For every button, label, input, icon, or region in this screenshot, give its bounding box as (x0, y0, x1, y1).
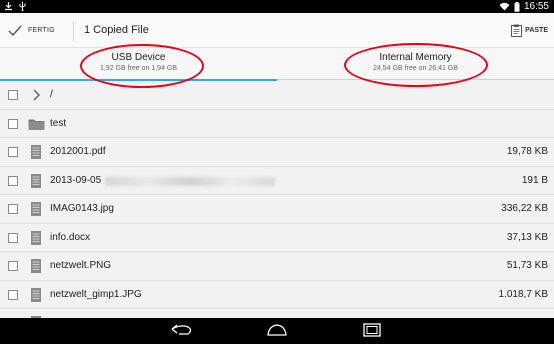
file-name: IMAG0143.jpg (50, 203, 114, 214)
recent-apps-icon[interactable] (361, 323, 383, 337)
file-icon (31, 173, 41, 188)
list-item[interactable]: info.docx 37,13 KB (0, 224, 554, 252)
clipboard-icon (511, 24, 523, 37)
row-checkbox[interactable] (8, 118, 18, 129)
tab-usb-device-free: 1,92 GB free on 1,94 GB (99, 65, 178, 72)
list-item[interactable]: 2013-09-05 191 B (0, 167, 554, 195)
row-checkbox[interactable] (8, 232, 18, 243)
file-name: 2013-09-05 (50, 174, 102, 186)
battery-icon (514, 1, 520, 12)
tab-internal-memory-name: Internal Memory (379, 52, 452, 63)
file-size: 336,22 KB (501, 203, 548, 214)
redacted-text (105, 176, 275, 186)
folder-icon (28, 119, 45, 130)
list-item[interactable]: / (0, 81, 554, 110)
done-label: FERTIG (28, 27, 55, 34)
file-icon (31, 145, 41, 159)
paste-label: PASTE (525, 27, 548, 34)
toolbar-divider (73, 21, 74, 41)
file-name: 2012001.pdf (50, 146, 106, 157)
navigation-bar (0, 318, 554, 344)
file-name: info.docx (50, 231, 91, 243)
list-item[interactable]: 2012001.pdf 19,78 KB (0, 138, 554, 167)
row-checkbox[interactable] (8, 261, 18, 271)
action-bar: FERTIG 1 Copied File PASTE (0, 13, 554, 48)
file-icon (31, 287, 41, 302)
tab-internal-memory-free: 24,54 GB free on 26,41 GB (373, 65, 458, 72)
file-size: 37,13 KB (506, 231, 548, 243)
tab-internal-memory[interactable]: Internal Memory 24,54 GB free on 26,41 G… (277, 48, 554, 80)
file-icon (31, 259, 41, 273)
list-item[interactable]: test (0, 110, 554, 138)
status-time: 16:55 (523, 1, 549, 12)
list-item[interactable]: netzwelt_gimp1.JPG 1.018,7 KB (0, 281, 554, 309)
file-list: / test 2012001.pdf 19,78 KB 2013-09-05 1… (0, 81, 554, 338)
file-name: / (50, 89, 53, 100)
home-icon[interactable] (266, 323, 288, 337)
page-title: 1 Copied File (84, 24, 149, 36)
file-icon (31, 230, 41, 245)
file-size: 19,78 KB (506, 146, 548, 157)
list-item[interactable]: IMAG0143.jpg 336,22 KB (0, 195, 554, 224)
usb-icon (19, 1, 26, 11)
download-icon (5, 2, 12, 11)
back-icon[interactable] (171, 323, 193, 337)
file-name: netzwelt.PNG (50, 260, 112, 271)
file-size: 191 B (521, 174, 548, 186)
file-name: test (50, 117, 67, 129)
checkmark-icon (8, 25, 22, 36)
file-size: 1.018,7 KB (498, 288, 548, 300)
chevron-right-icon (33, 89, 41, 101)
row-checkbox[interactable] (8, 175, 18, 186)
row-checkbox[interactable] (8, 90, 18, 100)
status-bar: 16:55 (0, 0, 554, 13)
row-checkbox[interactable] (8, 147, 18, 157)
paste-button[interactable]: PASTE (511, 13, 548, 48)
storage-tabs: USB Device 1,92 GB free on 1,94 GB Inter… (0, 48, 554, 81)
file-icon (31, 202, 41, 216)
tab-usb-device-name: USB Device (111, 52, 166, 63)
file-name: netzwelt_gimp1.JPG (50, 288, 142, 300)
file-size: 51,73 KB (506, 260, 548, 271)
tab-usb-device[interactable]: USB Device 1,92 GB free on 1,94 GB (0, 48, 277, 81)
row-checkbox[interactable] (8, 289, 18, 300)
row-checkbox[interactable] (8, 204, 18, 214)
done-button[interactable]: FERTIG (8, 13, 55, 48)
list-item[interactable]: netzwelt.PNG 51,73 KB (0, 252, 554, 281)
wifi-icon (499, 2, 510, 11)
